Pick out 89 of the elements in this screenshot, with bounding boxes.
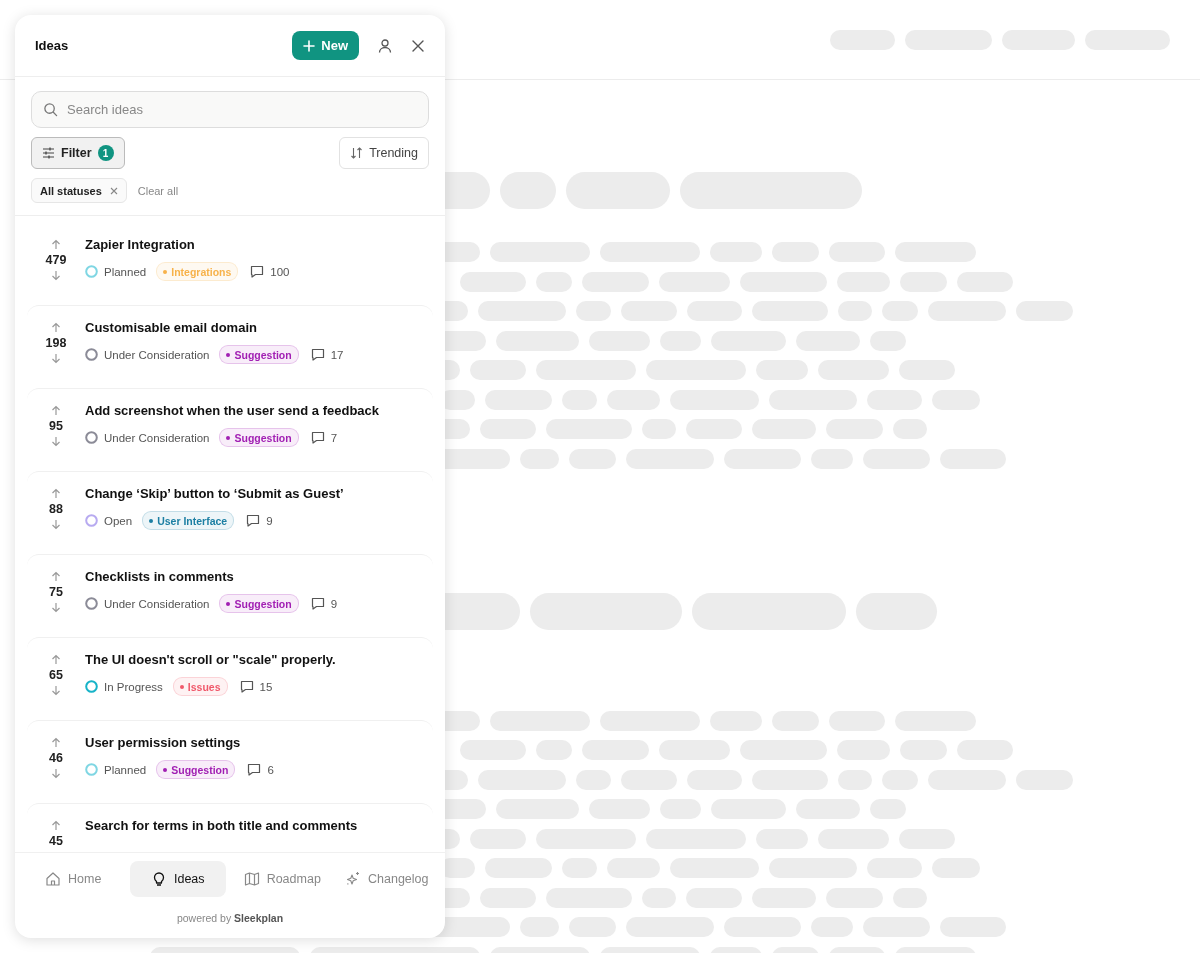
status-label: Open: [104, 514, 133, 527]
upvote-icon[interactable]: [51, 737, 61, 748]
upvote-icon[interactable]: [51, 322, 61, 333]
idea-card[interactable]: 75 Checklists in comments Under Consideration Suggestion 9: [27, 554, 433, 637]
status-label: Under Consideration: [104, 348, 210, 361]
filter-count-badge: 1: [97, 145, 114, 161]
idea-card[interactable]: 65 The UI doesn't scroll or "scale" properly. In Progress Issues 15: [27, 637, 433, 720]
vote-count: 479: [45, 253, 67, 267]
vote-count: 88: [49, 502, 63, 516]
category-tag: Suggestion: [219, 428, 299, 447]
comment-icon: [310, 348, 325, 361]
upvote-icon[interactable]: [51, 405, 61, 416]
upvote-icon[interactable]: [51, 488, 61, 499]
category-tag: Suggestion: [219, 594, 299, 613]
idea-title: Change ‘Skip’ button to ‘Submit as Guest’: [85, 486, 344, 501]
category-tag: User Interface: [142, 511, 235, 530]
sparkle-icon: [345, 871, 361, 887]
sort-button[interactable]: Trending: [339, 137, 429, 169]
search-field[interactable]: Search ideas: [31, 91, 429, 128]
idea-title: Customisable email domain: [85, 320, 258, 335]
comment-icon: [246, 514, 261, 527]
downvote-icon[interactable]: [51, 353, 61, 364]
idea-title: Search for terms in both title and comments: [85, 818, 358, 833]
idea-title: The UI doesn't scroll or "scale" properly.: [85, 652, 336, 667]
nav-tab[interactable]: Home: [25, 861, 122, 897]
status-label: Planned: [104, 763, 147, 776]
upvote-icon[interactable]: [51, 820, 61, 831]
downvote-icon[interactable]: [51, 270, 61, 281]
clear-all-link[interactable]: Clear all: [137, 184, 179, 197]
comment-icon: [239, 680, 254, 693]
idea-card[interactable]: 198 Customisable email domain Under Consideration Suggestion 17: [27, 305, 433, 388]
upvote-icon[interactable]: [51, 571, 61, 582]
category-tag: Integrations: [156, 262, 239, 281]
plus-icon: [303, 39, 316, 52]
status-label: Planned: [104, 265, 147, 278]
new-button[interactable]: New: [292, 31, 359, 60]
idea-card[interactable]: 46 User permission settings Planned Suggestion 6: [27, 720, 433, 803]
comment-count: 17: [330, 348, 344, 361]
status-label: Under Consideration: [104, 431, 210, 444]
category-tag: Suggestion: [156, 760, 236, 779]
nav-tab[interactable]: Changelog: [338, 861, 435, 897]
sliders-icon: [42, 147, 55, 159]
downvote-icon[interactable]: [51, 519, 61, 530]
idea-card[interactable]: 88 Change ‘Skip’ button to ‘Submit as Guest’ Open User Interface 9: [27, 471, 433, 554]
comment-count: 9: [330, 597, 338, 610]
comment-count: 100: [270, 265, 290, 278]
map-icon: [243, 871, 260, 887]
comment-count: 15: [259, 680, 273, 693]
comment-count: 6: [267, 763, 274, 776]
vote-count: 75: [49, 585, 63, 599]
upvote-icon[interactable]: [51, 239, 61, 250]
comment-count: 9: [266, 514, 273, 527]
vote-count: 95: [49, 419, 63, 433]
sort-icon: [350, 147, 364, 159]
upvote-icon[interactable]: [51, 654, 61, 665]
category-tag: Issues: [172, 677, 228, 696]
vote-count: 46: [49, 751, 63, 765]
status-label: Under Consideration: [104, 597, 210, 610]
vote-count: 65: [49, 668, 63, 682]
filter-chip[interactable]: All statuses: [31, 178, 127, 203]
downvote-icon[interactable]: [51, 602, 61, 613]
comment-count: 7: [330, 431, 338, 444]
panel-title: Ideas: [35, 38, 69, 53]
idea-title: Add screenshot when the user send a feedback: [85, 403, 380, 418]
user-icon[interactable]: [377, 37, 393, 54]
idea-card[interactable]: 95 Add screenshot when the user send a feedback Under Consideration Suggestion 7: [27, 388, 433, 471]
idea-card[interactable]: 479 Zapier Integration Planned Integrations 100: [27, 222, 433, 305]
downvote-icon[interactable]: [51, 436, 61, 447]
vote-count: 198: [45, 336, 67, 350]
downvote-icon[interactable]: [51, 685, 61, 696]
nav-tab[interactable]: Roadmap: [234, 861, 331, 897]
vote-count: 45: [49, 834, 63, 848]
powered-by-text: powered by Sleekplan: [176, 911, 284, 924]
category-tag: Suggestion: [219, 345, 299, 364]
status-label: In Progress: [104, 680, 163, 693]
comment-icon: [250, 265, 265, 278]
comment-icon: [310, 597, 325, 610]
idea-title: User permission settings: [85, 735, 242, 750]
search-icon: [43, 102, 58, 117]
filter-button[interactable]: Filter 1: [31, 137, 125, 169]
comment-icon: [310, 431, 325, 444]
remove-icon[interactable]: [109, 186, 118, 195]
downvote-icon[interactable]: [51, 768, 61, 779]
idea-title: Checklists in comments: [85, 569, 235, 584]
close-icon[interactable]: [411, 38, 425, 53]
home-icon: [45, 871, 62, 887]
nav-tab[interactable]: Ideas: [129, 861, 226, 897]
comment-icon: [247, 763, 262, 776]
idea-title: Zapier Integration: [85, 237, 196, 252]
